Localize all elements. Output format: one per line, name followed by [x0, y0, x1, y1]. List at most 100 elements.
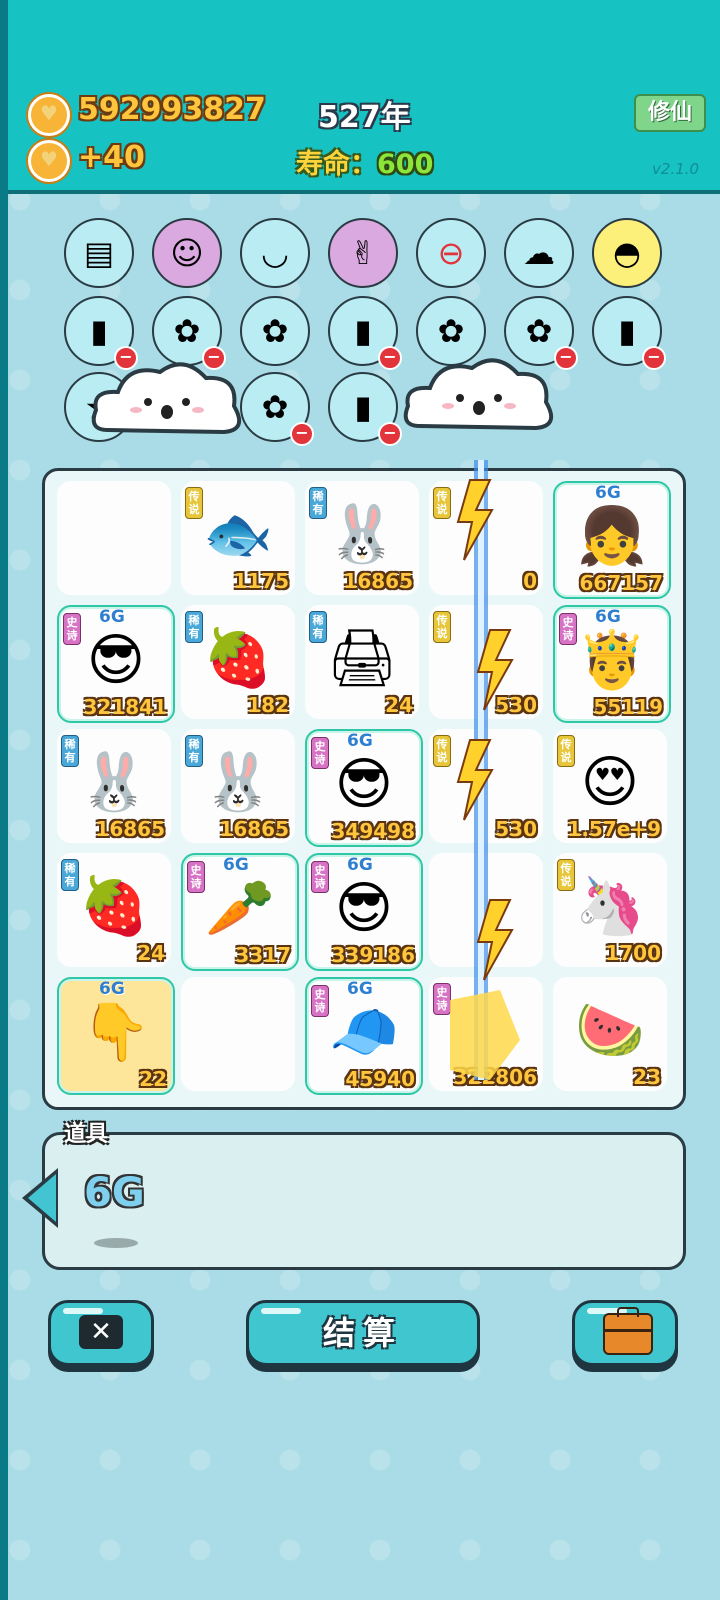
board-cell-lychee[interactable]: 🍓 稀有 24: [57, 853, 171, 967]
item-count: 182: [247, 693, 289, 717]
item-count: 55119: [593, 695, 663, 719]
lifespan-value: 600: [377, 149, 434, 180]
item-count: 339186: [331, 943, 416, 967]
rarity-tag: 稀有: [185, 735, 203, 767]
item-count: 16865: [95, 817, 165, 841]
math-face-icon[interactable]: ☺: [152, 218, 222, 288]
item-count: 22: [139, 1067, 167, 1091]
lifespan: 寿命：600: [296, 142, 433, 181]
rarity-tag: 史诗: [63, 613, 81, 645]
pointing-hand-icon: 👇: [81, 1000, 151, 1065]
close-icon: ✕: [79, 1315, 123, 1349]
sixg-badge: 6G: [595, 607, 621, 627]
item-count: 23: [633, 1065, 661, 1089]
shell-icon[interactable]: ◓: [592, 218, 662, 288]
sixg-badge: 6G: [99, 979, 125, 999]
xiuxian-button[interactable]: 修仙: [634, 94, 706, 132]
board-cell-empty[interactable]: [57, 481, 171, 595]
cloud-icon: [403, 358, 554, 431]
item-count: 667157: [579, 571, 664, 595]
item-count: 16865: [343, 569, 413, 593]
rarity-tag: 史诗: [311, 861, 329, 893]
flower-pot-icon[interactable]: ✿: [240, 296, 310, 366]
rarity-tag: 稀有: [309, 611, 327, 643]
board-cell-rabbit[interactable]: 🐰 稀有 16865: [305, 481, 419, 595]
rarity-tag: 传说: [557, 859, 575, 891]
board-cell-sunglasses-man[interactable]: 😎 史诗 6G 321841: [57, 605, 175, 723]
coin-income-icon: [28, 140, 70, 182]
minus-circle-icon[interactable]: ⊖: [416, 218, 486, 288]
board-cell-red-cap-boy[interactable]: 🧢 史诗 6G 45940: [305, 977, 423, 1095]
tool-shadow: [94, 1238, 138, 1248]
remove-icon[interactable]: −: [378, 346, 402, 370]
close-button[interactable]: ✕: [48, 1300, 154, 1366]
board-cell-empty[interactable]: [181, 977, 295, 1091]
cloud-icon: [91, 362, 242, 435]
year-counter: 527年: [318, 100, 411, 135]
left-edge-strip: [0, 0, 8, 1600]
rarity-tag: 传说: [185, 487, 203, 519]
board-cell-rabbit[interactable]: 🐰 稀有 16865: [181, 729, 295, 843]
board-cell-rabbit[interactable]: 🐰 稀有 16865: [57, 729, 171, 843]
board-cell-unicorn[interactable]: 🦄 传说 1700: [553, 853, 667, 967]
board-cell-girl[interactable]: 👧 6G 667157: [553, 481, 671, 599]
version-label: v2.1.0: [652, 160, 700, 178]
item-count: 24: [137, 941, 165, 965]
board-cell-printer[interactable]: 🖨 稀有 24: [305, 605, 419, 719]
board-cell-sunglasses-man[interactable]: 😎 史诗 6G 349498: [305, 729, 423, 847]
item-count: 45940: [345, 1067, 415, 1091]
coin-income: +40: [78, 140, 145, 175]
rarity-tag: 稀有: [61, 735, 79, 767]
left-arrow-icon[interactable]: [22, 1168, 58, 1228]
sixg-badge: 6G: [347, 855, 373, 875]
girl-icon: 👧: [577, 504, 647, 569]
sixg-badge: 6G: [99, 607, 125, 627]
item-count: 24: [385, 693, 413, 717]
item-count: 16865: [219, 817, 289, 841]
board-cell-sunglasses-man[interactable]: 😎 史诗 6G 339186: [305, 853, 423, 971]
rarity-tag: 稀有: [61, 859, 79, 891]
tool-6g-item[interactable]: 6G: [84, 1170, 145, 1216]
bag-button[interactable]: [572, 1300, 678, 1366]
board-cell-pointing-hand[interactable]: 👇 6G 22: [57, 977, 175, 1095]
briefcase-icon: [603, 1307, 653, 1355]
sixg-badge: 6G: [595, 483, 621, 503]
rarity-tag: 稀有: [185, 611, 203, 643]
sixg-badge: 6G: [223, 855, 249, 875]
board-cell-heart-eyes-face[interactable]: 😍 传说 1.57e+9: [553, 729, 667, 843]
item-count: 1700: [605, 941, 661, 965]
board-cell-koi-fish[interactable]: 🐟 传说 1175: [181, 481, 295, 595]
sixg-badge: 6G: [347, 731, 373, 751]
item-count: 321841: [83, 695, 168, 719]
rock-hand-icon[interactable]: ✌: [328, 218, 398, 288]
remove-icon[interactable]: −: [378, 422, 402, 446]
item-count: 3317: [235, 943, 291, 967]
remove-icon[interactable]: −: [290, 422, 314, 446]
skirt-icon[interactable]: ▤: [64, 218, 134, 288]
remove-icon[interactable]: −: [642, 346, 666, 370]
lightning-effect: [450, 460, 520, 1080]
lifespan-label: 寿命：: [296, 149, 377, 180]
board-cell-king-face[interactable]: 🤴 史诗 6G 55119: [553, 605, 671, 723]
rarity-tag: 史诗: [187, 861, 205, 893]
settle-button[interactable]: 结算: [246, 1300, 480, 1366]
coin-icon: [28, 94, 70, 136]
board-cell-watermelon[interactable]: 🍉 23: [553, 977, 667, 1091]
settle-label: 结算: [322, 1314, 403, 1352]
sixg-badge: 6G: [347, 979, 373, 999]
rarity-tag: 传说: [557, 735, 575, 767]
button-shine: [63, 1308, 103, 1314]
board-cell-crowned-carrot[interactable]: 🥕 史诗 6G 3317: [181, 853, 299, 971]
item-count: 1175: [233, 569, 289, 593]
tools-title: 道具: [64, 1122, 109, 1147]
rarity-tag: 史诗: [311, 985, 329, 1017]
item-count: 349498: [331, 819, 416, 843]
rarity-tag: 稀有: [309, 487, 327, 519]
rice-bowl-icon[interactable]: ◡: [240, 218, 310, 288]
watermelon-icon: 🍉: [575, 998, 645, 1063]
rarity-tag: 史诗: [559, 613, 577, 645]
ghost-icon[interactable]: ☁: [504, 218, 574, 288]
coin-total: 592993827: [78, 92, 266, 127]
board-cell-lychee[interactable]: 🍓 稀有 182: [181, 605, 295, 719]
game-board: 🐟 传说 1175 🐰 稀有 16865 传说 0 👧 6G 667157 😎 史诗 6G 321841 🍓 稀…: [42, 468, 686, 1110]
